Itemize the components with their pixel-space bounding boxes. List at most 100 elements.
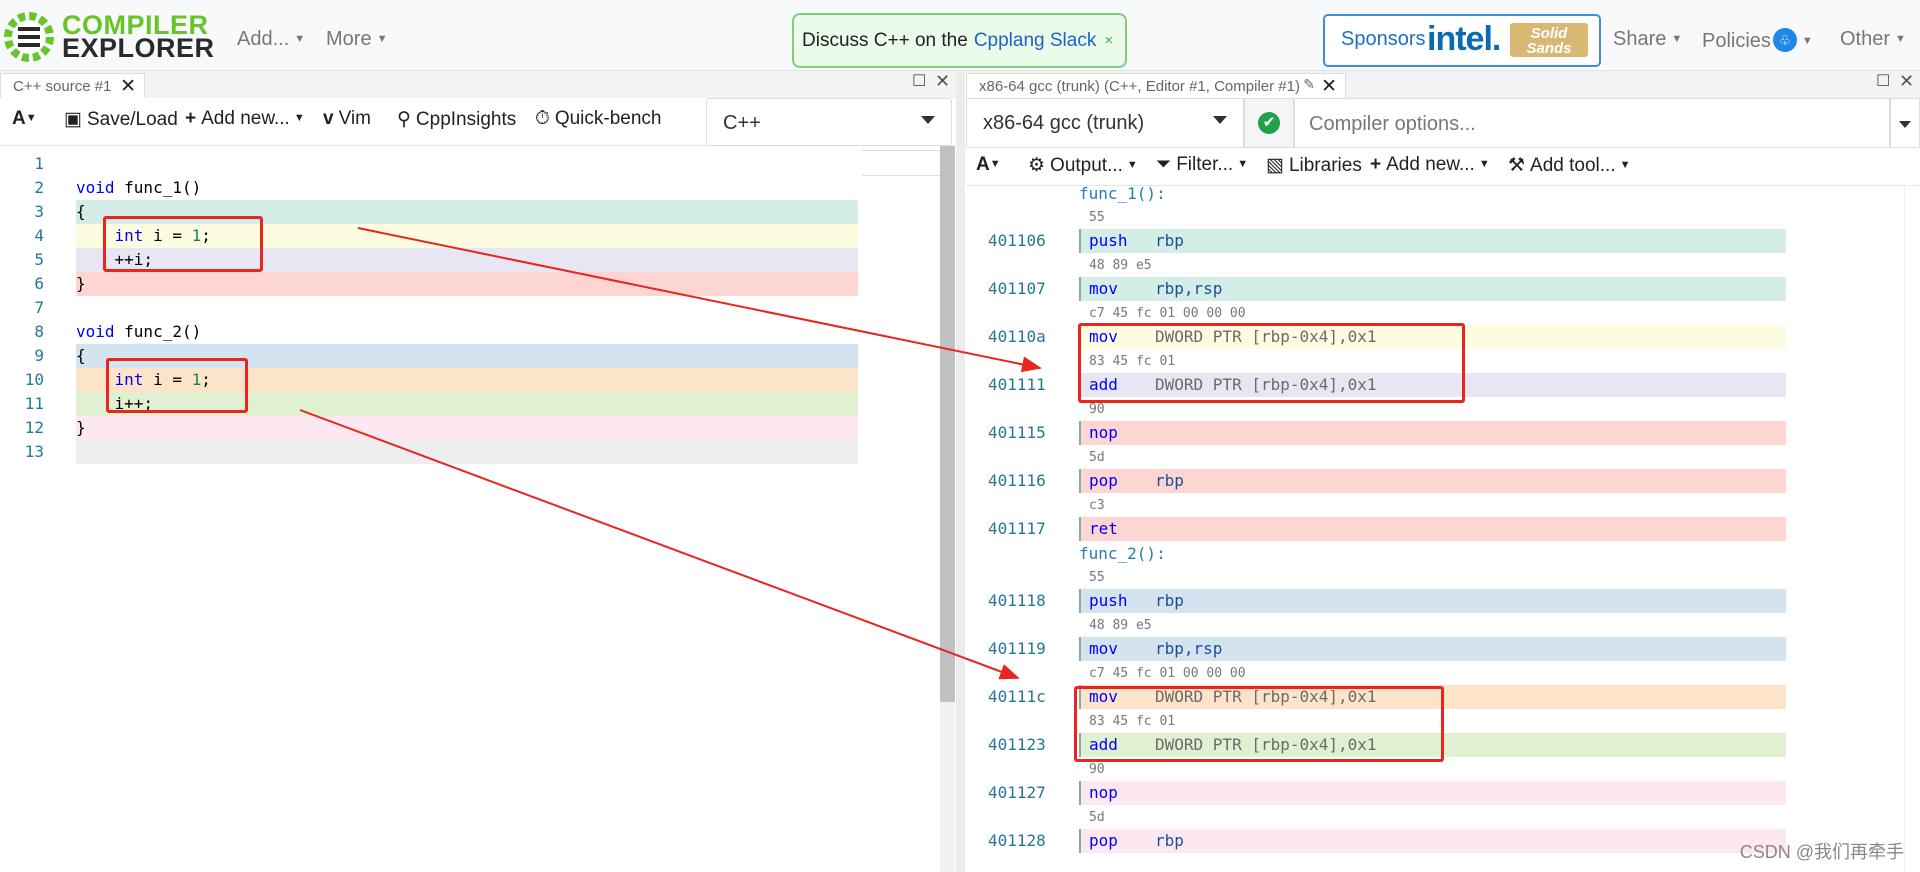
asm-opcode-bytes: c7 45 fc 01 00 00 00 (1089, 666, 1246, 681)
code-line[interactable]: 13 (0, 440, 940, 464)
libraries-button[interactable]: ▧ Libraries (1266, 154, 1362, 177)
wrench-icon: ⚒ (1508, 155, 1526, 176)
cppinsights-button[interactable]: ⚲ CppInsights (397, 108, 516, 131)
maximize-icon[interactable]: ☐ (912, 71, 926, 91)
bell-icon: ♧ (1772, 28, 1797, 52)
chevron-down-icon: ▼ (1895, 33, 1906, 45)
assembly-output[interactable]: func_1(): 55 401106 push rbp 48 89 e5 401107 mo… (966, 186, 1920, 872)
add-new-button[interactable]: + Add new... ▼ (185, 108, 305, 130)
nav-policies-menu[interactable]: Policies ♧ ▼ (1702, 28, 1813, 53)
asm-address: 401119 (988, 639, 1046, 658)
pencil-icon[interactable]: ✎ (1303, 76, 1315, 93)
asm-opcode-bytes: 5d (1089, 450, 1105, 465)
assembly-scrollbar[interactable] (1904, 186, 1920, 872)
code-line[interactable]: 7 (0, 296, 940, 320)
asm-operands: rbp,rsp (1155, 279, 1223, 298)
close-tab-icon[interactable]: ✕ (1321, 75, 1337, 98)
asm-line-highlight (1079, 781, 1786, 805)
sponsors-box[interactable]: Sponsors intel. Solid Sands (1323, 14, 1601, 67)
nav-share-menu[interactable]: Share ▼ (1613, 28, 1682, 51)
nav-more-menu[interactable]: More ▼ (326, 28, 387, 51)
gear-icon: ⚙ (1028, 155, 1046, 176)
close-pane-icon[interactable]: ✕ (1899, 71, 1914, 92)
nav-add-menu[interactable]: Add... ▼ (237, 28, 305, 51)
output-button[interactable]: ⚙ Output... ▼ (1028, 154, 1138, 177)
code-line[interactable]: 1 (0, 152, 940, 176)
editor-minimap[interactable] (862, 150, 940, 176)
save-load-button[interactable]: ▣ Save/Load (64, 108, 178, 131)
asm-function-label: func_2(): (1079, 544, 1166, 563)
editor-scrollbar-thumb[interactable] (940, 146, 955, 702)
discuss-banner: Discuss C++ on the Cpplang Slack × (792, 13, 1127, 68)
asm-instruction-row[interactable]: 401116 pop rbp (966, 469, 1920, 493)
asm-instruction-row[interactable]: 401118 push rbp (966, 589, 1920, 613)
add-tool-button[interactable]: ⚒ Add tool... ▼ (1508, 154, 1631, 177)
cpplang-slack-link[interactable]: Cpplang Slack (974, 30, 1097, 52)
close-banner-icon[interactable]: × (1104, 32, 1113, 49)
asm-instruction-row[interactable]: 401117 ret (966, 517, 1920, 541)
compiler-explorer-logo[interactable]: COMPILER EXPLORER (2, 10, 214, 62)
compile-status[interactable]: ✔ (1244, 98, 1294, 148)
maximize-icon[interactable]: ☐ (1876, 71, 1890, 91)
pane-splitter[interactable] (956, 71, 965, 872)
compiler-options-input[interactable]: Compiler options... (1294, 98, 1890, 148)
close-tab-icon[interactable]: ✕ (120, 75, 136, 98)
asm-address: 401117 (988, 519, 1046, 538)
asm-address: 401106 (988, 231, 1046, 250)
asm-instruction-row[interactable]: 401127 nop (966, 781, 1920, 805)
language-select[interactable]: C++ (706, 98, 952, 146)
quick-bench-label: Quick-bench (554, 108, 662, 129)
asm-address: 401128 (988, 831, 1046, 850)
asm-instruction-row[interactable]: 401106 push rbp (966, 229, 1920, 253)
close-pane-icon[interactable]: ✕ (935, 71, 950, 92)
add-new-compiler-button[interactable]: + Add new... ▼ (1370, 154, 1490, 176)
compiler-options-dropdown[interactable] (1890, 98, 1920, 148)
vim-button[interactable]: v Vim (323, 108, 371, 130)
logo-line-2: EXPLORER (62, 33, 215, 63)
asm-line-highlight (1079, 469, 1786, 493)
asm-mnemonic: nop (1089, 423, 1118, 442)
line-highlight (76, 272, 858, 296)
line-number: 7 (34, 298, 44, 317)
asm-instruction-row[interactable]: 401119 mov rbp,rsp (966, 637, 1920, 661)
filter-button[interactable]: ⏷ Filter... ▼ (1156, 154, 1248, 176)
font-size-button[interactable]: A▼ (12, 108, 37, 130)
tab-compiler-output[interactable]: x86-64 gcc (trunk) (C++, Editor #1, Comp… (966, 73, 1346, 99)
code-text: void func_2() (76, 322, 202, 341)
asm-mnemonic: pop (1089, 831, 1118, 850)
caret-down-icon (921, 116, 935, 124)
font-size-button[interactable]: A▼ (976, 154, 1001, 176)
nav-share-label: Share (1613, 28, 1667, 50)
editor-scrollbar[interactable] (940, 146, 955, 872)
asm-instruction-row[interactable]: 401115 nop (966, 421, 1920, 445)
asm-opcode-bytes-row: 55 (966, 206, 1920, 230)
asm-instruction-row[interactable]: 401107 mov rbp,rsp (966, 277, 1920, 301)
asm-opcode-bytes-row: c7 45 fc 01 00 00 00 (966, 662, 1920, 686)
code-text: } (76, 418, 86, 437)
nav-other-menu[interactable]: Other ▼ (1840, 28, 1906, 51)
plus-icon: + (185, 108, 197, 129)
code-line[interactable]: 6} (0, 272, 940, 296)
cppinsights-label: CppInsights (415, 109, 517, 130)
sponsors-label: Sponsors (1341, 28, 1426, 50)
line-number: 2 (34, 178, 44, 197)
compiler-select[interactable]: x86-64 gcc (trunk) (966, 98, 1244, 148)
right-tab-header: x86-64 gcc (trunk) (C++, Editor #1, Comp… (966, 71, 1920, 99)
check-circle-icon: ✔ (1258, 112, 1280, 134)
code-line[interactable]: 12} (0, 416, 940, 440)
asm-label-row: func_2(): (966, 542, 1920, 566)
asm-address: 401115 (988, 423, 1046, 442)
tab-cpp-source[interactable]: C++ source #1 ✕ (0, 73, 145, 99)
caret-down-icon (1899, 121, 1911, 128)
code-line[interactable]: 8 void func_2() (0, 320, 940, 344)
stopwatch-icon: ⏱ (535, 108, 550, 129)
asm-opcode-bytes: c3 (1089, 498, 1105, 513)
code-text: { (76, 346, 86, 365)
output-label: Output... (1050, 155, 1123, 176)
nav-more-label: More (326, 28, 372, 50)
asm-operands: rbp (1155, 471, 1184, 490)
quick-bench-button[interactable]: ⏱ Quick-bench (535, 108, 662, 130)
annotation-box-func1-source (103, 216, 263, 272)
asm-address: 401123 (988, 735, 1046, 754)
code-line[interactable]: 2 void func_1() (0, 176, 940, 200)
